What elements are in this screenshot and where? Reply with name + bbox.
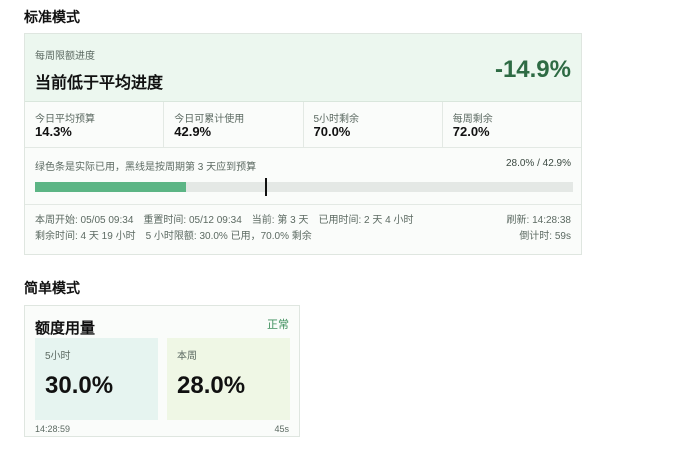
tile-value: 28.0% <box>177 372 246 399</box>
tile-label: 本周 <box>177 351 197 362</box>
progress-bar-note: 绿色条是实际已用，黑线是按周期第 3 天应到预算 <box>35 162 257 173</box>
elapsed-time-text: 已用时间: 2 天 4 小时 <box>318 215 414 226</box>
progress-bar-target-marker <box>264 178 267 196</box>
simple-mode-title: 简单模式 <box>24 280 80 296</box>
standard-mode-title: 标准模式 <box>24 9 80 25</box>
progress-status-text: 当前低于平均进度 <box>35 75 164 92</box>
card-footer: 本周开始: 05/05 09:34 重置时间: 05/12 09:34 当前: 第 … <box>25 204 581 256</box>
metric-label: 5小时剩余 <box>313 114 360 125</box>
tile-5h: 5小时 30.0% <box>35 338 158 420</box>
footer-row-1: 本周开始: 05/05 09:34 重置时间: 05/12 09:34 当前: 第 … <box>35 211 571 226</box>
footer-info-group: 本周开始: 05/05 09:34 重置时间: 05/12 09:34 当前: 第 … <box>35 211 423 226</box>
metric-value: 42.9% <box>174 124 212 139</box>
metric-label: 今日平均预算 <box>35 114 95 125</box>
tile-label: 5小时 <box>45 351 71 362</box>
weekly-limit-label: 每周限额进度 <box>35 51 95 62</box>
quota-usage-card: 额度用量 正常 5小时 30.0% 本周 28.0% 14:28:59 45s <box>24 305 300 437</box>
metric-label: 每周剩余 <box>452 114 493 125</box>
progress-bar-used-fill <box>35 182 186 192</box>
remaining-time-text: 剩余时间: 4 天 19 小时 <box>35 231 136 242</box>
tile-value: 30.0% <box>45 372 114 399</box>
metric-weekly-remaining: 每周剩余 72.0% <box>443 102 581 147</box>
refresh-time-text: 刷新: 14:28:38 <box>506 215 571 226</box>
metric-5h-remaining: 5小时剩余 70.0% <box>304 102 443 147</box>
tile-week: 本周 28.0% <box>167 338 290 420</box>
week-start-text: 本周开始: 05/05 09:34 <box>35 215 134 226</box>
footer-row-2: 剩余时间: 4 天 19 小时 5 小时限额: 30.0% 已用，70.0% 剩余… <box>35 227 571 242</box>
metric-value: 72.0% <box>452 124 490 139</box>
metrics-row: 今日平均预算 14.3% 今日可累计使用 42.9% 5小时剩余 70.0% 每… <box>25 102 581 148</box>
progress-delta-value: -14.9% <box>494 56 571 83</box>
metric-value: 14.3% <box>35 124 72 139</box>
progress-bar-track <box>35 178 573 196</box>
simple-countdown-text: 45s <box>274 424 289 434</box>
quota-status-badge: 正常 <box>267 319 289 331</box>
five-hour-limit-text: 5 小时限额: 30.0% 已用，70.0% 剩余 <box>145 231 312 242</box>
progress-bar-ratio: 28.0% / 42.9% <box>505 158 571 169</box>
reset-time-text: 重置时间: 05/12 09:34 <box>143 215 242 226</box>
metric-value: 70.0% <box>313 124 351 139</box>
quota-usage-title: 额度用量 <box>35 320 96 337</box>
metric-today-cumulative: 今日可累计使用 42.9% <box>164 102 304 147</box>
weekly-limit-header: 每周限额进度 当前低于平均进度 -14.9% <box>25 34 581 102</box>
simple-time-text: 14:28:59 <box>35 424 71 434</box>
footer-info-group: 剩余时间: 4 天 19 小时 5 小时限额: 30.0% 已用，70.0% 剩余 <box>35 227 322 242</box>
metric-label: 今日可累计使用 <box>174 114 245 125</box>
weekly-limit-card: 每周限额进度 当前低于平均进度 -14.9% 今日平均预算 14.3% 今日可累… <box>24 33 582 255</box>
countdown-text: 倒计时: 59s <box>519 231 571 242</box>
current-day-text: 当前: 第 3 天 <box>251 215 309 226</box>
metric-today-average: 今日平均预算 14.3% <box>25 102 165 147</box>
